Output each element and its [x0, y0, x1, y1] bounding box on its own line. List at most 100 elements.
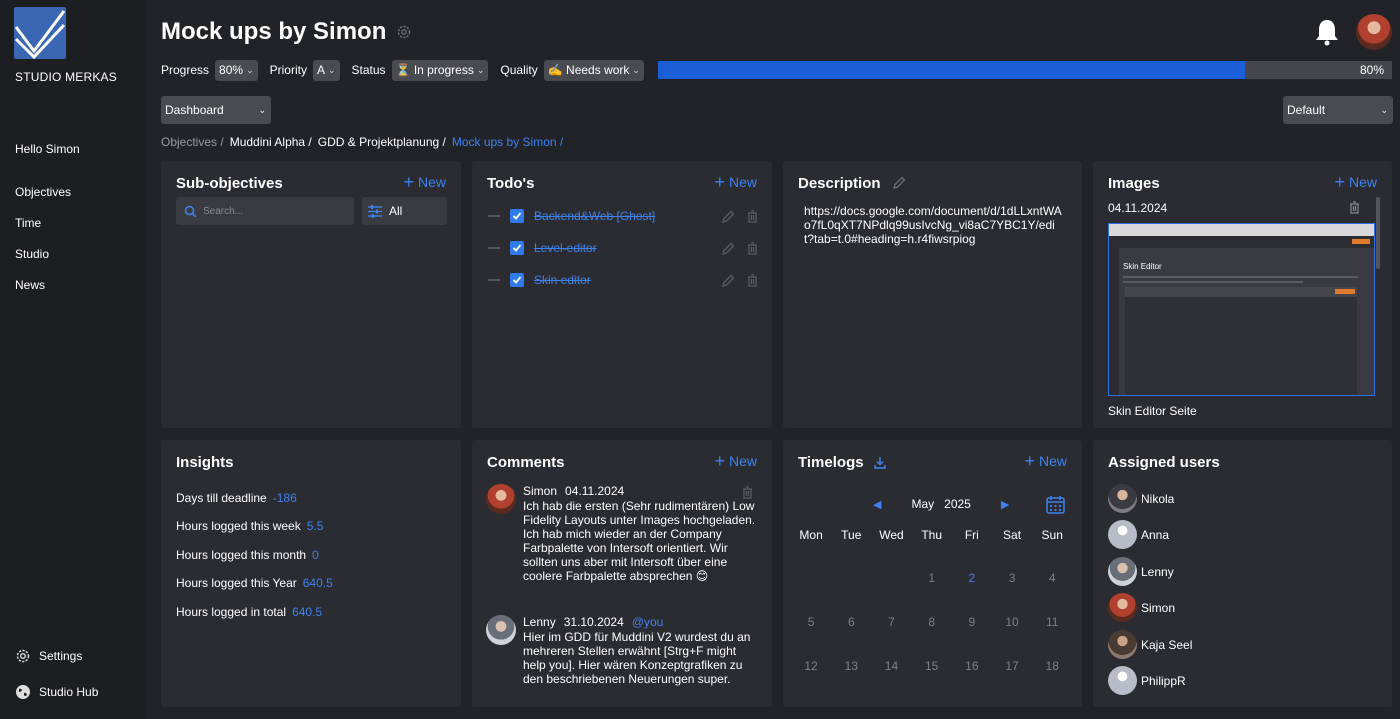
trash-icon[interactable]	[747, 273, 758, 287]
calendar-day[interactable]: 5	[791, 615, 831, 659]
prev-month-icon[interactable]: ◀	[873, 498, 881, 511]
globe-icon	[16, 685, 30, 699]
layout-select[interactable]: Default ⌄	[1283, 96, 1393, 124]
scrollbar[interactable]	[1376, 197, 1380, 269]
breadcrumb-current[interactable]: Mock ups by Simon /	[452, 135, 563, 149]
card-title: Timelogs	[798, 454, 864, 471]
breadcrumb-objectives[interactable]: Objectives /	[161, 135, 224, 149]
search-icon	[184, 205, 197, 218]
todo-label[interactable]: Skin editor	[534, 273, 722, 287]
filter-icon	[368, 204, 382, 218]
status-label: Status	[351, 63, 386, 77]
breadcrumb-gdd[interactable]: GDD & Projektplanung /	[318, 135, 446, 149]
trash-icon[interactable]	[747, 209, 758, 223]
drag-handle[interactable]	[488, 247, 500, 249]
trash-icon[interactable]	[747, 241, 758, 255]
calendar-month-year: May 2025	[911, 497, 970, 511]
status-dropdown[interactable]: ⏳ In progress ⌄	[391, 59, 489, 81]
new-image-button[interactable]: + New	[1334, 173, 1377, 191]
nav-objectives[interactable]: Objectives	[15, 185, 71, 199]
calendar-day[interactable]: 3	[992, 571, 1032, 615]
new-subobjective-button[interactable]: + New	[403, 173, 446, 191]
assigned-user[interactable]: Simon	[1108, 593, 1175, 622]
breadcrumb-muddini-alpha[interactable]: Muddini Alpha /	[230, 135, 312, 149]
nav-time[interactable]: Time	[15, 216, 41, 230]
calendar-day[interactable]: 4	[1032, 571, 1072, 615]
studio-hub-link[interactable]: Studio Hub	[15, 684, 98, 700]
bell-icon[interactable]	[1314, 18, 1340, 46]
card-title: Description	[798, 175, 881, 192]
calendar-day[interactable]: 6	[831, 615, 871, 659]
trash-icon[interactable]	[1349, 201, 1360, 214]
calendar-day[interactable]: 14	[871, 659, 911, 703]
todo-item: Skin editor	[488, 270, 758, 290]
view-select[interactable]: Dashboard ⌄	[161, 96, 271, 124]
assigned-user[interactable]: Nikola	[1108, 484, 1174, 513]
user-avatar[interactable]	[1356, 14, 1392, 50]
download-icon[interactable]	[874, 456, 886, 469]
assigned-user[interactable]: Lenny	[1108, 557, 1174, 586]
next-month-icon[interactable]: ▶	[1001, 498, 1009, 511]
quality-dropdown[interactable]: ✍️ Needs work ⌄	[543, 59, 644, 81]
settings-link[interactable]: Settings	[15, 648, 82, 664]
card-title: Comments	[487, 454, 565, 471]
thumb-orange-button	[1335, 289, 1355, 294]
calendar-day[interactable]: 16	[952, 659, 992, 703]
todo-label[interactable]: Backend&Web [Ghost]	[534, 209, 722, 223]
todo-checkbox[interactable]	[510, 273, 524, 287]
search-box[interactable]	[176, 197, 354, 225]
priority-dropdown[interactable]: A ⌄	[312, 59, 340, 81]
image-thumbnail[interactable]: Skin Editor	[1108, 223, 1375, 396]
assigned-user[interactable]: Kaja Seel	[1108, 630, 1192, 659]
new-timelog-button[interactable]: + New	[1024, 452, 1067, 470]
calendar-month: May	[911, 497, 935, 511]
calendar-day[interactable]: 1	[912, 571, 952, 615]
progress-bar-text: 80%	[1359, 63, 1384, 77]
assigned-user[interactable]: Anna	[1108, 520, 1169, 549]
gear-icon[interactable]	[396, 24, 412, 40]
trash-icon[interactable]	[742, 486, 753, 499]
pencil-icon[interactable]	[722, 242, 735, 255]
calendar-icon[interactable]	[1046, 495, 1065, 514]
calendar-day[interactable]: 11	[1032, 615, 1072, 659]
thumb-nav	[1109, 236, 1374, 248]
insight-row: Hours logged this Year 640.5	[176, 576, 333, 590]
todo-label[interactable]: Level-editor	[534, 241, 722, 255]
pencil-icon[interactable]	[893, 176, 906, 189]
browser-bar	[1109, 224, 1374, 236]
calendar-day[interactable]: 13	[831, 659, 871, 703]
calendar-day[interactable]: 9	[952, 615, 992, 659]
calendar-day[interactable]: 7	[871, 615, 911, 659]
calendar-day[interactable]: 18	[1032, 659, 1072, 703]
thumb-text-line	[1123, 281, 1303, 283]
search-input[interactable]	[203, 205, 343, 217]
user-name: Simon	[1141, 600, 1176, 615]
new-todo-button[interactable]: + New	[714, 173, 757, 191]
calendar-day[interactable]: 15	[912, 659, 952, 703]
comment-text: Ich hab die ersten (Sehr rudimentären) L…	[523, 499, 756, 583]
nav-news[interactable]: News	[15, 278, 45, 292]
progress-dropdown[interactable]: 80% ⌄	[215, 59, 258, 81]
comment-text: Hier im GDD für Muddini V2 wurdest du an…	[523, 630, 751, 686]
calendar-day[interactable]: 10	[992, 615, 1032, 659]
progress-bar: 80%	[658, 61, 1392, 79]
todo-checkbox[interactable]	[510, 209, 524, 223]
studio-logo[interactable]	[14, 7, 66, 59]
new-comment-button[interactable]: + New	[714, 452, 757, 470]
avatar	[1108, 484, 1137, 513]
drag-handle[interactable]	[488, 215, 500, 217]
calendar-day[interactable]: 17	[992, 659, 1032, 703]
insight-row: Hours logged in total 640.5	[176, 605, 322, 619]
filter-button[interactable]: All	[362, 197, 447, 225]
pencil-icon[interactable]	[722, 210, 735, 223]
comment-date: 04.11.2024	[565, 484, 625, 498]
calendar-day[interactable]: 2	[952, 571, 992, 615]
calendar-day[interactable]: 8	[912, 615, 952, 659]
nav-studio[interactable]: Studio	[15, 247, 49, 261]
calendar-day[interactable]: 12	[791, 659, 831, 703]
assigned-user[interactable]: PhilippR	[1108, 666, 1186, 695]
pencil-icon[interactable]	[722, 274, 735, 287]
mention-tag[interactable]: @you	[632, 615, 664, 629]
todo-checkbox[interactable]	[510, 241, 524, 255]
drag-handle[interactable]	[488, 279, 500, 281]
